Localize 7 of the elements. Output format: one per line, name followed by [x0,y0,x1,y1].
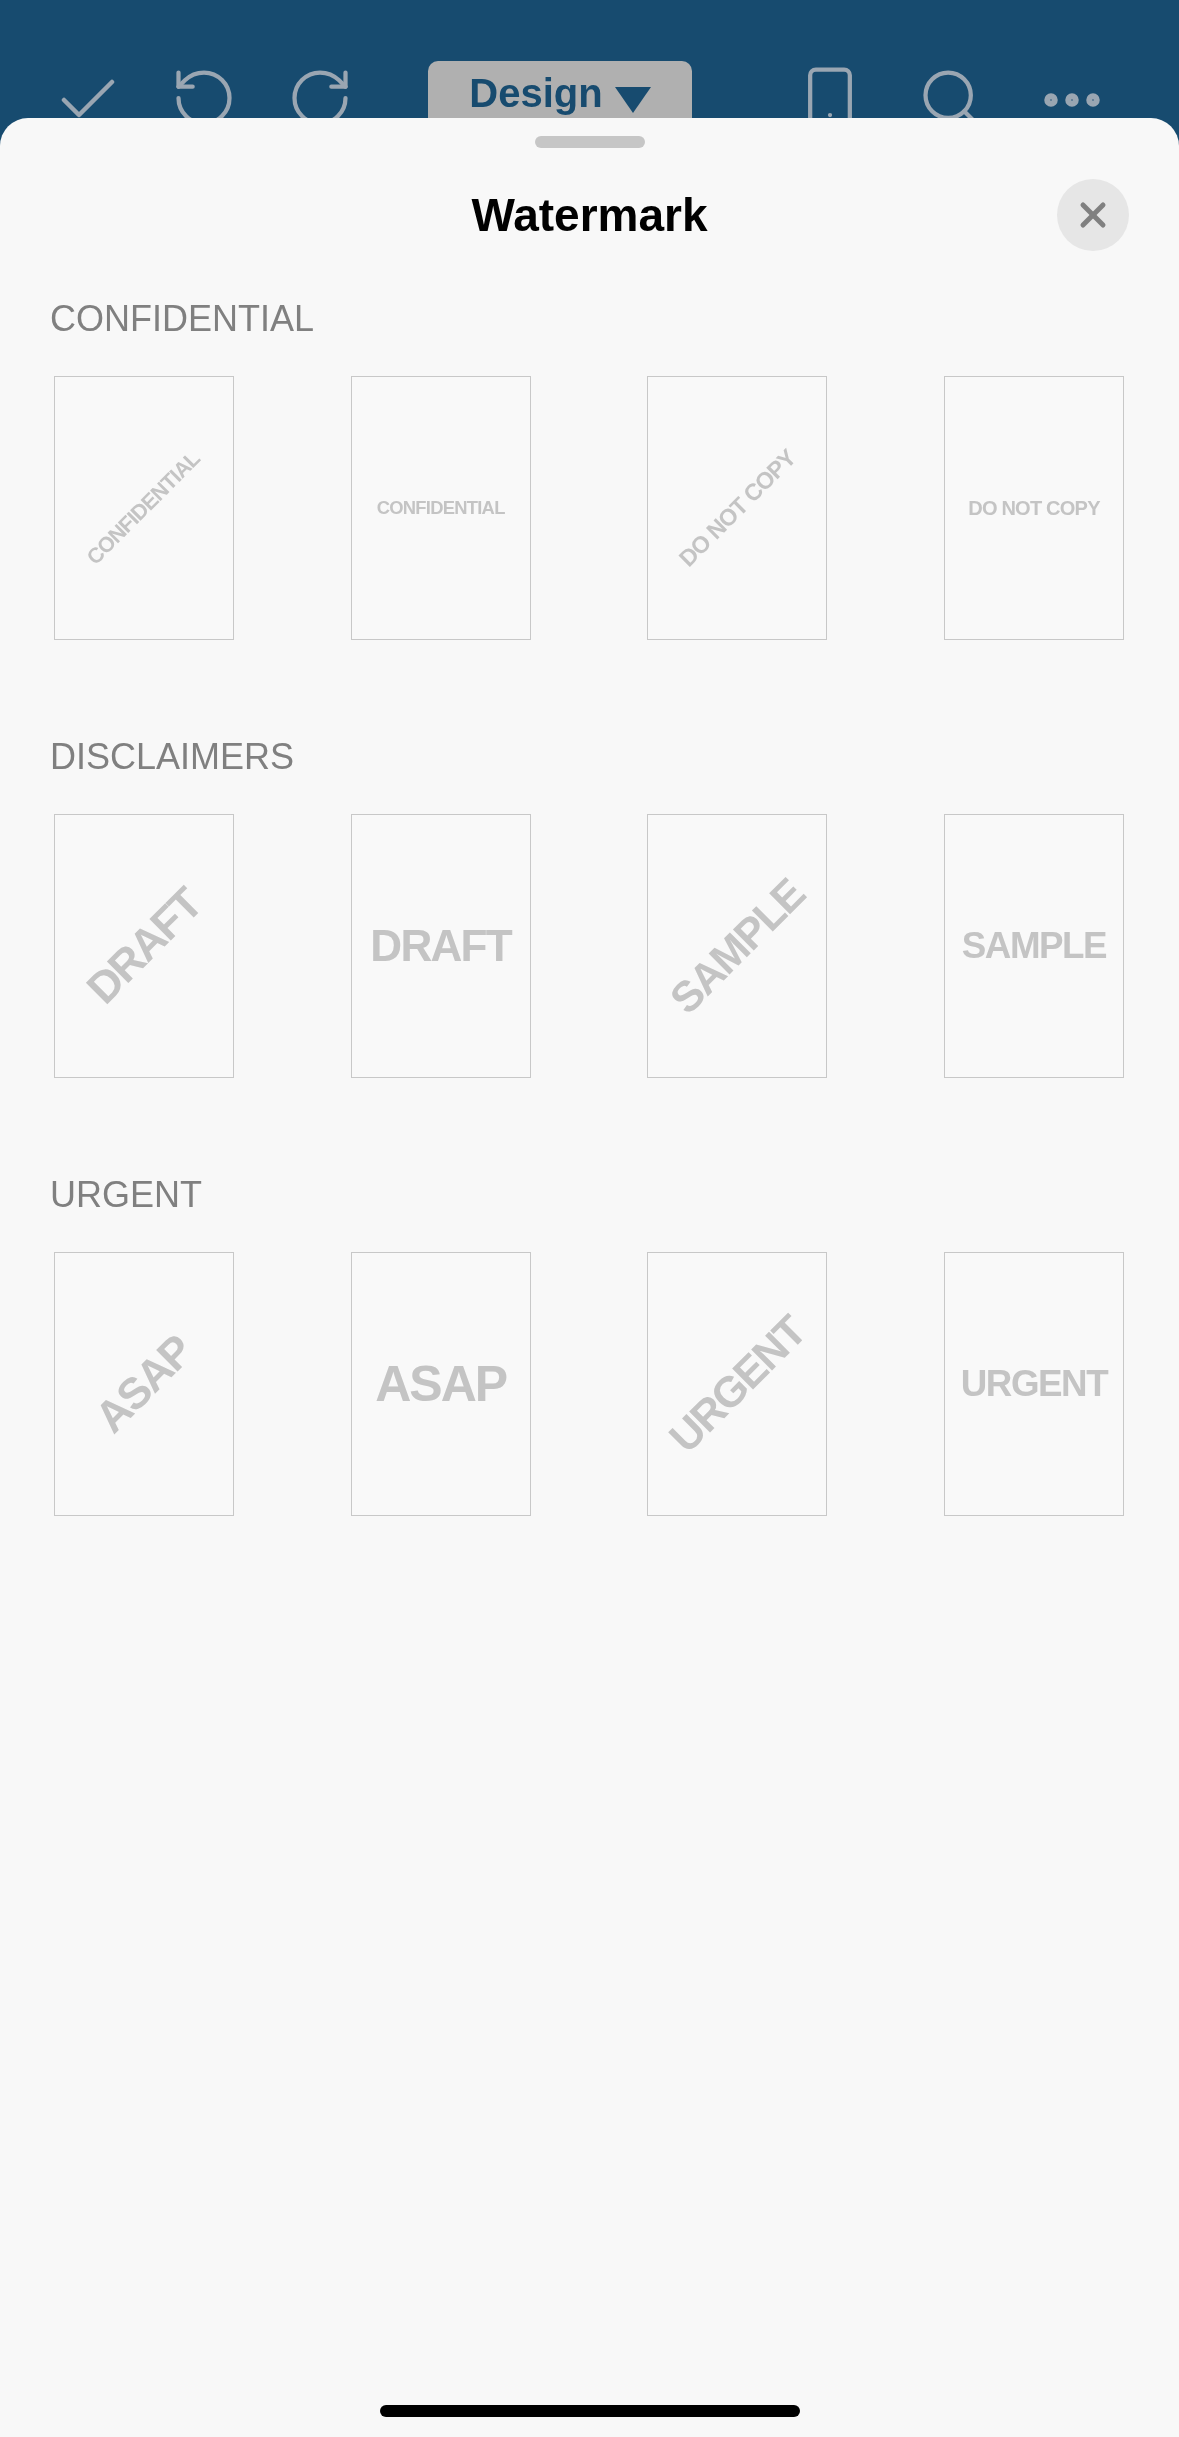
sheet-title: Watermark [471,188,708,242]
section-label: URGENT [50,1174,203,1216]
drag-handle[interactable] [534,136,645,148]
section-label: CONFIDENTIAL [50,298,316,340]
mode-dropdown[interactable]: Design [428,61,692,118]
section-label: DISCLAIMERS [50,736,296,778]
caret-icon [614,87,651,113]
